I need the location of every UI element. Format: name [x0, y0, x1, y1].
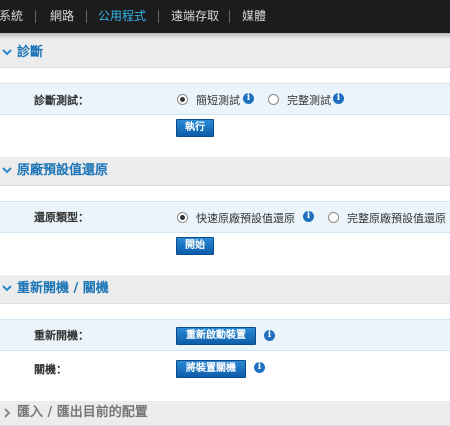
run-button[interactable]: 執行 [176, 119, 214, 137]
quick-restore-radio[interactable] [177, 212, 188, 223]
section-header-reboot[interactable]: 重新開機 / 關機 [0, 275, 450, 304]
shutdown-device-button[interactable]: 將裝置關機 [176, 360, 246, 378]
section-header-import-export[interactable]: 匯入 / 匯出目前的配置 [0, 401, 450, 426]
shutdown-label: 關機： [34, 363, 67, 376]
quick-test-label[interactable]: 簡短測試 [196, 92, 240, 108]
chevron-down-icon [2, 285, 12, 292]
nav-item-utilities[interactable]: 公用程式 [98, 0, 146, 33]
nav-separator [158, 10, 159, 23]
nav-item-remote-access[interactable]: 遠端存取 [171, 0, 219, 33]
shutdown-row: 關機： 將裝置關機 i [0, 351, 450, 381]
nav-item-system[interactable]: 系統 [0, 0, 23, 33]
restore-type-label: 還原類型： [34, 211, 89, 224]
section-header-diagnostics[interactable]: 診斷 [0, 39, 450, 68]
start-button[interactable]: 開始 [176, 237, 214, 255]
section-title: 重新開機 / 關機 [17, 281, 109, 296]
section-header-factory-restore[interactable]: 原廠預設值還原 [0, 157, 450, 186]
restore-type-row: 還原類型： 快速原廠預設值還原 i 完整原廠預設值還原 [0, 201, 450, 233]
reboot-label: 重新開機： [34, 329, 89, 342]
full-test-label[interactable]: 完整測試 [287, 92, 331, 108]
nav-separator [35, 10, 36, 23]
nav-separator [229, 10, 230, 23]
diagnostic-test-row: 診斷測試： 簡短測試 i 完整測試 i [0, 83, 450, 115]
full-restore-label[interactable]: 完整原廠預設值還原 [347, 210, 446, 226]
info-icon[interactable]: i [254, 362, 265, 373]
full-restore-radio[interactable] [328, 212, 339, 223]
diagnostic-test-label: 診斷測試： [34, 94, 89, 107]
nav-separator [86, 10, 87, 23]
chevron-down-icon [2, 167, 12, 174]
section-title: 原廠預設值還原 [17, 163, 109, 178]
info-icon[interactable]: i [264, 330, 275, 341]
reboot-device-button[interactable]: 重新啟動裝置 [176, 327, 256, 345]
quick-restore-label[interactable]: 快速原廠預設值還原 [196, 210, 295, 226]
reboot-row: 重新開機： 重新啟動裝置 i [0, 319, 450, 351]
info-icon[interactable]: i [333, 93, 344, 104]
full-test-radio[interactable] [268, 94, 279, 105]
section-title: 診斷 [17, 45, 44, 60]
nav-item-media[interactable]: 媒體 [242, 0, 266, 33]
info-icon[interactable]: i [303, 211, 314, 222]
top-nav: 系統 網路 公用程式 遠端存取 媒體 [0, 0, 450, 33]
chevron-right-icon [4, 408, 11, 418]
section-title: 匯入 / 匯出目前的配置 [17, 405, 148, 420]
chevron-down-icon [2, 49, 12, 56]
info-icon[interactable]: i [243, 93, 254, 104]
nav-item-network[interactable]: 網路 [50, 0, 74, 33]
quick-test-radio[interactable] [177, 94, 188, 105]
